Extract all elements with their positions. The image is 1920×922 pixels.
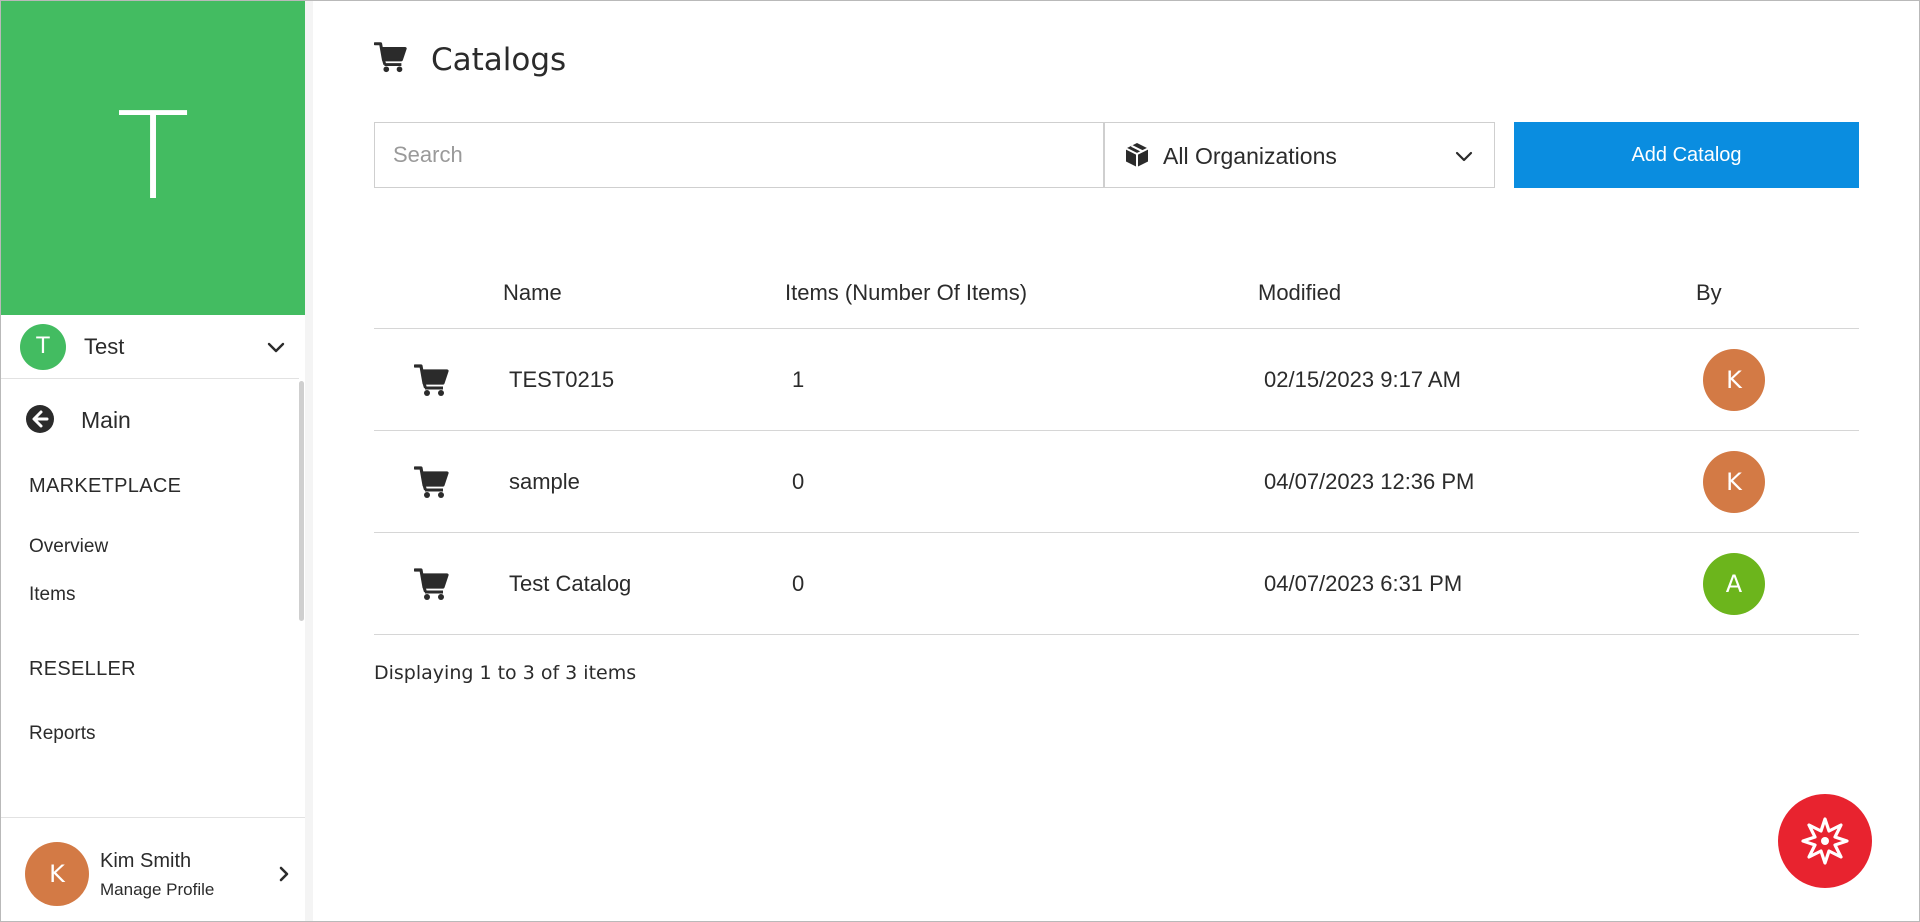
search-input[interactable] <box>374 122 1104 188</box>
section-marketplace: MARKETPLACE <box>29 475 182 497</box>
catalog-name[interactable]: TEST0215 <box>509 367 614 393</box>
starburst-icon <box>1801 817 1849 865</box>
cart-icon <box>414 568 449 600</box>
column-header-items[interactable]: Items (Number Of Items) <box>785 280 1027 306</box>
manage-profile-link[interactable]: Manage Profile <box>100 880 214 900</box>
chevron-right-icon <box>279 866 289 882</box>
chevron-down-icon <box>1455 151 1473 162</box>
avatar: K <box>1703 349 1765 411</box>
org-banner: T <box>1 1 305 315</box>
catalog-modified: 02/15/2023 9:17 AM <box>1264 367 1461 392</box>
column-header-name[interactable]: Name <box>503 280 562 306</box>
org-avatar: T <box>20 324 66 370</box>
cube-icon <box>1125 143 1149 167</box>
catalog-modified: 04/07/2023 12:36 PM <box>1264 469 1475 494</box>
org-banner-letter: T <box>116 88 190 227</box>
catalog-name[interactable]: Test Catalog <box>509 571 631 597</box>
profile-name: Kim Smith <box>100 850 192 872</box>
back-to-main-label: Main <box>81 407 131 433</box>
pagination-summary: Displaying 1 to 3 of 3 items <box>374 662 637 684</box>
cart-icon <box>414 364 449 396</box>
profile-card[interactable]: K Kim Smith Manage Profile <box>1 817 305 921</box>
chevron-down-icon <box>267 342 285 353</box>
organization-filter-select[interactable]: All Organizations <box>1104 122 1495 188</box>
column-header-by[interactable]: By <box>1696 280 1722 306</box>
page-title: Catalogs <box>431 42 567 78</box>
table-row[interactable]: TEST0215 1 02/15/2023 9:17 AM K <box>374 329 1859 431</box>
org-switcher[interactable]: T Test <box>1 315 299 379</box>
arrow-left-circle-icon <box>26 405 54 433</box>
table-row[interactable]: sample 0 04/07/2023 12:36 PM K <box>374 431 1859 533</box>
sidebar-divider <box>305 1 313 921</box>
table-row[interactable]: Test Catalog 0 04/07/2023 6:31 PM A <box>374 533 1859 635</box>
sidebar-scrollbar[interactable] <box>299 381 304 621</box>
catalog-modified: 04/07/2023 6:31 PM <box>1264 571 1463 596</box>
org-name: Test <box>84 334 125 359</box>
avatar: A <box>1703 553 1765 615</box>
organization-filter-value: All Organizations <box>1163 143 1337 169</box>
sidebar-item-overview[interactable]: Overview <box>29 536 108 558</box>
assistant-fab-button[interactable] <box>1778 794 1872 888</box>
sidebar-item-reports[interactable]: Reports <box>29 723 96 745</box>
page-header: Catalogs <box>374 40 566 78</box>
column-header-modified[interactable]: Modified <box>1258 280 1341 306</box>
catalog-items-count: 0 <box>792 571 805 596</box>
section-reseller: RESELLER <box>29 658 136 680</box>
catalog-name[interactable]: sample <box>509 469 580 495</box>
avatar: K <box>1703 451 1765 513</box>
add-catalog-button[interactable]: Add Catalog <box>1514 122 1859 188</box>
sidebar-item-items[interactable]: Items <box>29 584 75 606</box>
back-to-main-link[interactable]: Main <box>25 401 131 437</box>
avatar: K <box>25 842 89 906</box>
cart-icon <box>374 42 407 73</box>
sidebar: T T Test Main MARKETPLACE Overview Items… <box>1 1 305 921</box>
cart-icon <box>414 466 449 498</box>
catalog-items-count: 0 <box>792 469 805 494</box>
catalog-items-count: 1 <box>792 367 805 392</box>
